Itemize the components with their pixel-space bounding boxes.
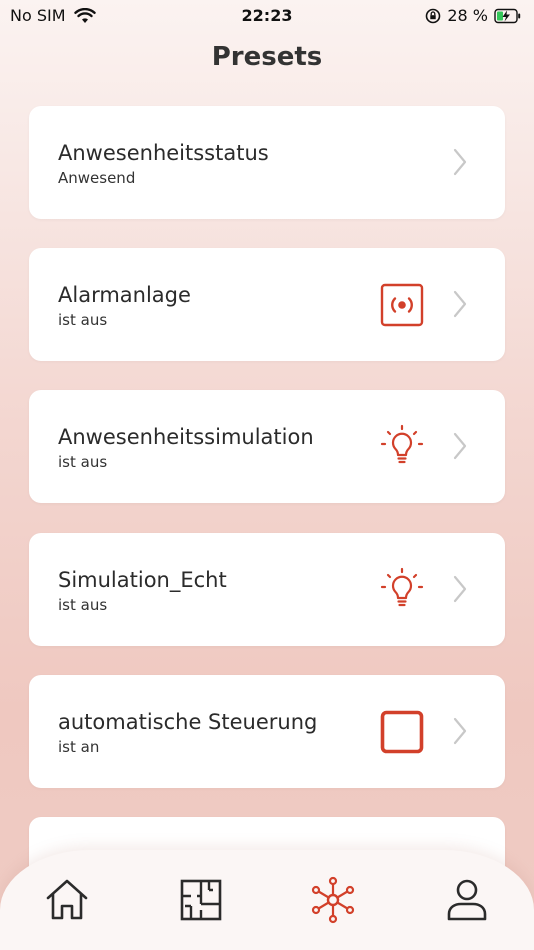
lightbulb-icon xyxy=(380,424,424,464)
preset-card-automatische-steuerung[interactable]: automatische Steuerung ist an xyxy=(29,675,505,788)
preset-title: Alarmanlage xyxy=(58,283,191,307)
floorplan-icon[interactable] xyxy=(177,876,225,924)
chevron-right-icon xyxy=(453,575,467,603)
preset-subtitle: Anwesend xyxy=(58,169,136,187)
square-icon xyxy=(380,710,424,754)
preset-title: Anwesenheitsstatus xyxy=(58,141,269,165)
chevron-right-icon xyxy=(453,290,467,318)
alarm-icon xyxy=(380,283,424,327)
preset-title: Anwesenheitssimulation xyxy=(58,425,314,449)
user-icon[interactable] xyxy=(443,876,491,924)
chevron-right-icon xyxy=(453,148,467,176)
preset-card-alarmanlage[interactable]: Alarmanlage ist aus xyxy=(29,248,505,361)
lightbulb-icon xyxy=(380,567,424,607)
chevron-right-icon xyxy=(453,717,467,745)
rotation-lock-icon xyxy=(426,8,441,23)
preset-card-anwesenheitssimulation[interactable]: Anwesenheitssimulation ist aus xyxy=(29,390,505,503)
bottom-nav xyxy=(0,850,534,950)
preset-subtitle: ist an xyxy=(58,738,100,756)
preset-subtitle: ist aus xyxy=(58,311,108,329)
status-right: 28 % xyxy=(425,6,522,25)
preset-title: automatische Steuerung xyxy=(58,710,318,734)
preset-card-anwesenheitsstatus[interactable]: Anwesenheitsstatus Anwesend xyxy=(29,106,505,219)
network-icon[interactable] xyxy=(309,876,357,924)
chevron-right-icon xyxy=(453,432,467,460)
preset-title: Simulation_Echt xyxy=(58,568,227,592)
status-bar: No SIM 22:23 28 % xyxy=(0,0,534,32)
home-icon[interactable] xyxy=(43,876,91,924)
preset-subtitle: ist aus xyxy=(58,453,108,471)
page-title: Presets xyxy=(211,42,323,72)
preset-card-simulation-echt[interactable]: Simulation_Echt ist aus xyxy=(29,533,505,646)
battery-charging-icon xyxy=(494,8,521,23)
battery-percent: 28 % xyxy=(447,6,488,25)
preset-subtitle: ist aus xyxy=(58,596,108,614)
